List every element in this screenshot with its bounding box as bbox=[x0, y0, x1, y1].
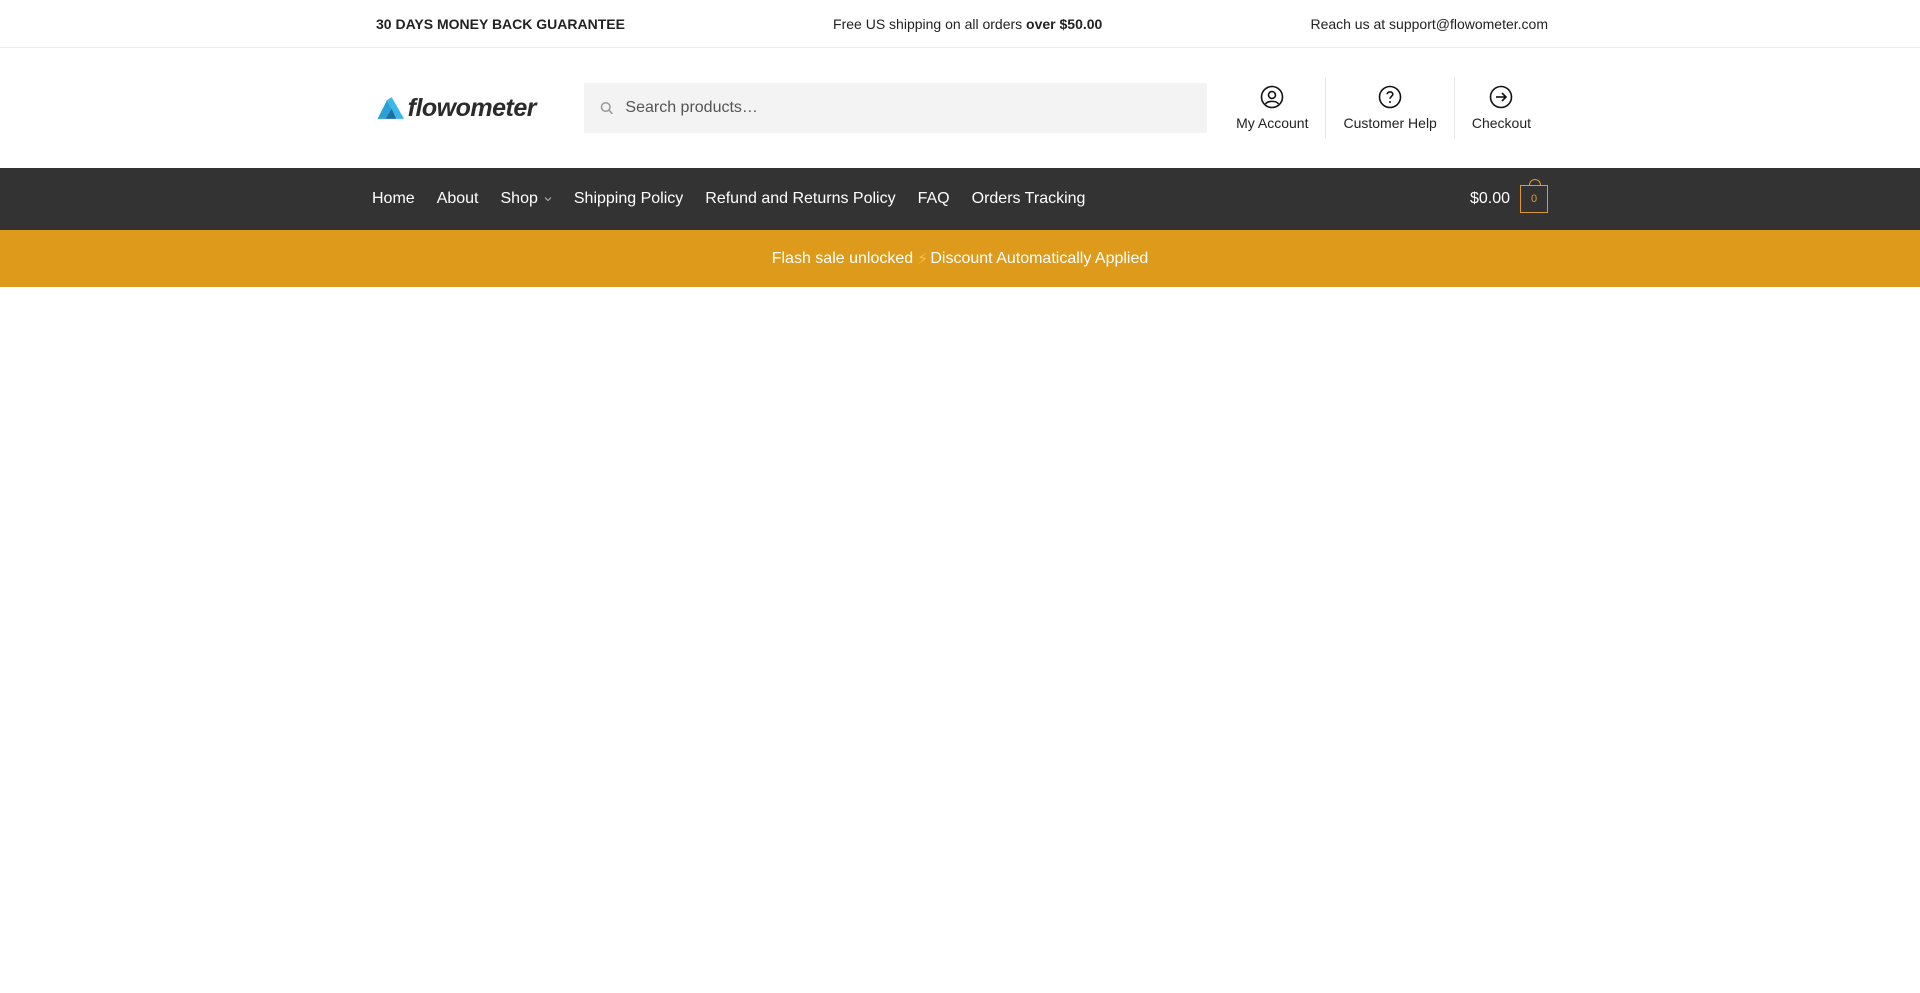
chevron-down-icon bbox=[544, 197, 552, 202]
search-input[interactable] bbox=[625, 99, 1207, 117]
customer-help-link[interactable]: Customer Help bbox=[1325, 78, 1453, 138]
site-header: flowometer My Account bbox=[0, 48, 1920, 168]
search-bar[interactable] bbox=[584, 83, 1207, 133]
top-bar: 30 DAYS MONEY BACK GUARANTEE Free US shi… bbox=[0, 0, 1920, 48]
cart-button[interactable]: $0.00 0 bbox=[1469, 179, 1548, 213]
shipping-notice: Free US shipping on all orders over $50.… bbox=[833, 16, 1102, 32]
nav-item-about[interactable]: About bbox=[437, 190, 479, 208]
logo-mark-icon bbox=[377, 97, 405, 119]
shipping-text: Free US shipping on all orders bbox=[833, 16, 1027, 32]
help-circle-icon bbox=[1378, 85, 1402, 109]
nav-item-faq[interactable]: FAQ bbox=[918, 190, 950, 208]
contact-email[interactable]: Reach us at support@flowometer.com bbox=[1310, 16, 1548, 32]
banner-text-before: Flash sale unlocked bbox=[771, 249, 914, 267]
search-icon bbox=[600, 101, 613, 115]
primary-menu: Home About Shop Shipping Policy Refund a… bbox=[372, 190, 1107, 208]
nav-item-shipping-policy[interactable]: Shipping Policy bbox=[574, 190, 683, 208]
checkout-link[interactable]: Checkout bbox=[1453, 78, 1548, 138]
user-circle-icon bbox=[1260, 85, 1284, 109]
nav-item-refund-policy[interactable]: Refund and Returns Policy bbox=[705, 190, 895, 208]
checkout-label: Checkout bbox=[1471, 115, 1531, 131]
main-navigation: Home About Shop Shipping Policy Refund a… bbox=[0, 168, 1920, 230]
nav-item-orders-tracking[interactable]: Orders Tracking bbox=[972, 190, 1086, 208]
cart-count-badge: 0 bbox=[1520, 179, 1548, 213]
flash-sale-banner: Flash sale unlocked ⚡ Discount Automatic… bbox=[0, 230, 1920, 287]
money-back-guarantee: 30 DAYS MONEY BACK GUARANTEE bbox=[376, 16, 625, 32]
logo-text: flowometer bbox=[407, 93, 537, 122]
shipping-threshold: over $50.00 bbox=[1026, 16, 1103, 32]
arrow-circle-right-icon bbox=[1490, 85, 1513, 109]
my-account-label: My Account bbox=[1236, 115, 1309, 131]
nav-item-home[interactable]: Home bbox=[372, 190, 415, 208]
bolt-icon: ⚡ bbox=[917, 250, 929, 268]
cart-total: $0.00 bbox=[1469, 190, 1510, 207]
nav-item-shop-label: Shop bbox=[500, 190, 538, 207]
nav-item-shop[interactable]: Shop bbox=[501, 190, 552, 208]
site-logo[interactable]: flowometer bbox=[376, 90, 537, 126]
my-account-link[interactable]: My Account bbox=[1219, 78, 1325, 138]
header-links: My Account Customer Help Checkout bbox=[1219, 78, 1548, 138]
customer-help-label: Customer Help bbox=[1343, 115, 1437, 131]
banner-text-after: Discount Automatically Applied bbox=[930, 249, 1149, 267]
